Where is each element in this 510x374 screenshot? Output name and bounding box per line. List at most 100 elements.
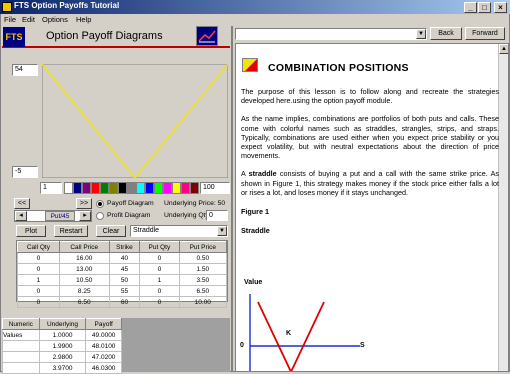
article-body: The purpose of this lesson is to follow … <box>241 87 499 235</box>
menu-edit[interactable]: Edit <box>22 15 35 24</box>
table-cell[interactable]: 0 <box>139 296 180 308</box>
option-table-header: Call Qty Call Price Strike Put Qty Put P… <box>17 241 228 253</box>
table-cell[interactable]: 0.50 <box>178 252 228 264</box>
table-cell[interactable]: 55 <box>108 285 141 297</box>
clear-button[interactable]: Clear <box>96 225 126 237</box>
scrollbar[interactable]: ▲ <box>498 44 508 371</box>
nav-next-button[interactable]: >> <box>76 198 92 209</box>
table-cell[interactable]: 16.00 <box>58 252 110 264</box>
color-swatch[interactable] <box>64 182 73 194</box>
scroll-left-icon[interactable]: ◂ <box>15 211 27 221</box>
y-max-field[interactable]: 54 <box>12 64 38 76</box>
figure-zero-label: 0 <box>240 342 244 349</box>
row-label: Values <box>2 329 40 341</box>
forward-button[interactable]: Forward <box>465 27 505 40</box>
table-cell[interactable]: 45 <box>108 263 141 275</box>
color-swatch[interactable] <box>172 182 181 194</box>
table-row[interactable]: 0 8.25 55 0 6.50 <box>17 285 228 297</box>
color-swatch[interactable] <box>145 182 154 194</box>
table-row[interactable]: Values 1.0000 49.0000 <box>2 329 122 341</box>
table-cell[interactable]: 1.50 <box>178 263 228 275</box>
color-swatch[interactable] <box>91 182 100 194</box>
color-swatch[interactable] <box>163 182 172 194</box>
menu-file[interactable]: File <box>4 15 16 24</box>
nav-prev-button[interactable]: << <box>14 198 30 209</box>
color-swatch[interactable] <box>109 182 118 194</box>
color-swatch[interactable] <box>82 182 91 194</box>
y-min-field[interactable]: -5 <box>12 166 38 178</box>
color-swatch[interactable] <box>190 182 199 194</box>
back-button[interactable]: Back <box>430 27 462 40</box>
maximize-button[interactable]: □ <box>478 2 491 13</box>
table-cell[interactable]: 0 <box>139 252 180 264</box>
table-cell[interactable]: 47.0200 <box>85 351 122 363</box>
put-label[interactable]: Put/45 <box>45 211 75 221</box>
table-row[interactable]: 0 6.50 60 0 10.00 <box>17 296 228 308</box>
table-cell[interactable]: 1.0000 <box>38 329 87 341</box>
table-cell[interactable]: 50 <box>108 274 141 286</box>
table-cell[interactable]: 10.00 <box>178 296 228 308</box>
header-underlying: Underlying <box>38 318 87 330</box>
chart-panel: 54 -5 <box>6 60 228 180</box>
table-cell[interactable]: 3.50 <box>178 274 228 286</box>
table-row[interactable]: 0 16.00 40 0 0.50 <box>17 252 228 264</box>
table-cell[interactable]: 10.50 <box>58 274 110 286</box>
address-select[interactable]: ▼ <box>235 28 427 40</box>
table-cell[interactable]: 49.0000 <box>85 329 122 341</box>
plot-button[interactable]: Plot <box>16 225 46 237</box>
table-cell[interactable]: 0 <box>17 285 60 297</box>
header-call-qty: Call Qty <box>17 241 60 253</box>
table-cell[interactable]: 1 <box>17 274 60 286</box>
color-swatch[interactable] <box>181 182 190 194</box>
table-cell[interactable]: 13.00 <box>58 263 110 275</box>
color-swatch[interactable] <box>118 182 127 194</box>
color-swatch[interactable] <box>154 182 163 194</box>
close-button[interactable]: × <box>494 2 507 13</box>
table-cell[interactable]: 1.9900 <box>38 340 87 352</box>
table-cell[interactable]: 0 <box>139 285 180 297</box>
table-cell[interactable]: 8.25 <box>58 285 110 297</box>
scroll-up-icon[interactable]: ▲ <box>499 44 508 54</box>
menu-options[interactable]: Options <box>42 15 68 24</box>
palette-left-field[interactable]: 1 <box>40 182 62 194</box>
table-cell[interactable]: 0 <box>17 263 60 275</box>
table-cell[interactable]: 48.0100 <box>85 340 122 352</box>
minimize-button[interactable]: _ <box>464 2 477 13</box>
chart-icon[interactable] <box>196 26 218 46</box>
splitter[interactable] <box>231 26 233 372</box>
strategy-select[interactable]: Straddle ▼ <box>130 225 228 237</box>
restart-button[interactable]: Restart <box>54 225 88 237</box>
table-row[interactable]: 0 13.00 45 0 1.50 <box>17 263 228 275</box>
color-swatch[interactable] <box>100 182 109 194</box>
table-row[interactable]: 1 10.50 50 1 3.50 <box>17 274 228 286</box>
table-row[interactable]: 2.9800 47.0200 <box>2 351 122 363</box>
color-swatch[interactable] <box>127 182 136 194</box>
straddle-pre: A <box>241 169 249 179</box>
color-swatch[interactable] <box>136 182 145 194</box>
palette-right-field[interactable]: 100 <box>200 182 230 194</box>
underlying-qty-input[interactable]: 0 <box>206 210 228 221</box>
table-row[interactable]: 1.9900 48.0100 <box>2 340 122 352</box>
chevron-down-icon[interactable]: ▼ <box>416 29 426 39</box>
header-numeric: Numeric <box>2 318 40 330</box>
header-put-qty: Put Qty <box>139 241 180 253</box>
table-cell[interactable]: 60 <box>108 296 141 308</box>
figure-label: Figure 1 <box>241 207 269 217</box>
title-bar: FTS Option Payoffs Tutorial _ □ × <box>0 0 510 14</box>
payoff-radio[interactable] <box>96 200 104 208</box>
table-cell[interactable]: 2.9800 <box>38 351 87 363</box>
scroll-right-icon[interactable]: ▸ <box>79 211 91 221</box>
table-cell[interactable]: 40 <box>108 252 141 264</box>
profit-radio[interactable] <box>96 212 104 220</box>
table-cell[interactable]: 0 <box>139 263 180 275</box>
numeric-table-header: Numeric Underlying Payoff <box>2 318 122 330</box>
put-scroller[interactable]: ◂ Put/45 ▸ <box>14 210 92 222</box>
table-cell[interactable]: 6.50 <box>58 296 110 308</box>
table-cell[interactable]: 1 <box>139 274 180 286</box>
color-swatch[interactable] <box>73 182 82 194</box>
table-cell[interactable]: 6.50 <box>178 285 228 297</box>
table-cell[interactable]: 0 <box>17 252 60 264</box>
menu-help[interactable]: Help <box>76 15 91 24</box>
chevron-down-icon[interactable]: ▼ <box>217 226 227 236</box>
table-cell[interactable]: 0 <box>17 296 60 308</box>
